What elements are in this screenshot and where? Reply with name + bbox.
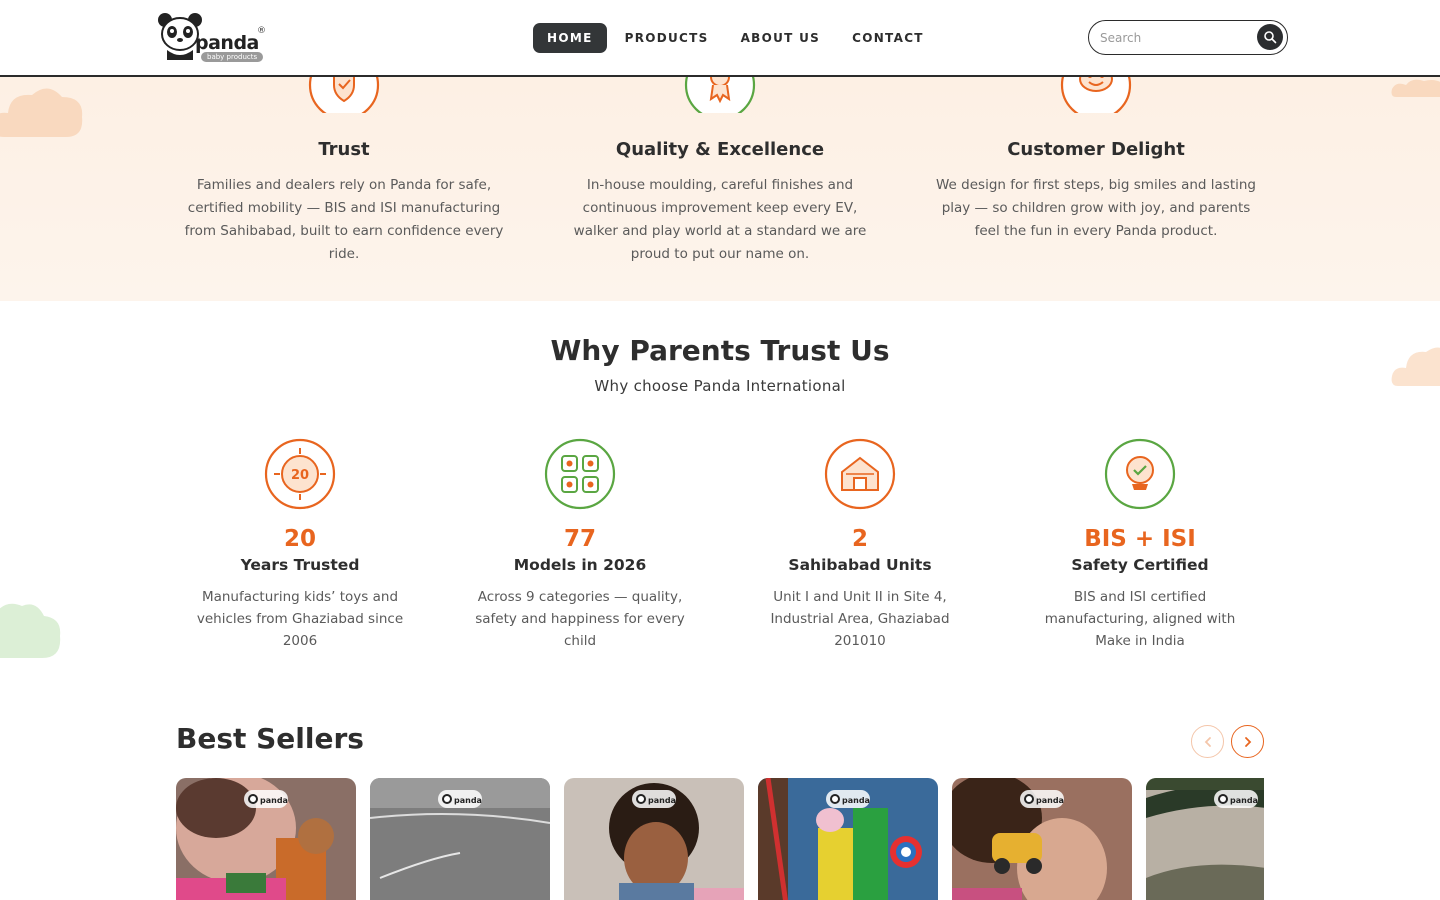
panda-badge: panda — [1214, 790, 1258, 808]
section-title: Why Parents Trust Us — [550, 334, 890, 367]
chevron-right-icon — [1244, 736, 1251, 747]
best-sellers-title: Best Sellers — [176, 722, 364, 755]
stat-number: 2 — [851, 526, 868, 552]
carousel-prev-button[interactable] — [1191, 725, 1224, 758]
svg-text:panda: panda — [1230, 796, 1258, 805]
badge-number: 20 — [291, 468, 309, 483]
stat-certified: BIS + ISI Safety Certified BIS and ISI c… — [1020, 438, 1260, 652]
stat-label: Years Trusted — [240, 556, 360, 574]
stat-number: 77 — [563, 526, 596, 552]
panda-badge: panda — [1020, 790, 1064, 808]
panda-logo[interactable]: panda baby products ® — [157, 12, 267, 64]
search-input[interactable] — [1100, 28, 1250, 48]
anniversary-badge-icon: 20 — [264, 438, 336, 510]
value-title: Trust — [318, 139, 370, 160]
stat-description: BIS and ISI certified manufacturing, ali… — [1044, 589, 1236, 649]
value-description: We design for first steps, big smiles an… — [936, 177, 1256, 239]
stat-number: BIS + ISI — [1084, 526, 1196, 552]
site-header: panda baby products ® HOME PRODUCTS ABOU… — [0, 0, 1440, 77]
value-description: Families and dealers rely on Panda for s… — [184, 177, 504, 262]
panda-badge: panda — [632, 790, 676, 808]
svg-text:panda: panda — [1036, 796, 1064, 805]
search-button[interactable] — [1257, 24, 1283, 50]
svg-text:panda: panda — [648, 796, 676, 805]
value-description: In-house moulding, careful finishes and … — [573, 177, 867, 262]
values-section: Trust Families and dealers rely on Panda… — [0, 63, 1440, 301]
grid-categories-icon — [544, 438, 616, 510]
nav-home[interactable]: HOME — [533, 23, 607, 53]
main-nav: HOME PRODUCTS ABOUT US CONTACT — [533, 23, 942, 53]
value-title: Customer Delight — [1007, 139, 1185, 160]
value-title: Quality & Excellence — [615, 139, 825, 160]
nav-contact[interactable]: CONTACT — [838, 23, 938, 53]
certified-medal-icon — [1104, 438, 1176, 510]
best-sellers-carousel: panda panda panda panda panda panda — [176, 778, 1264, 900]
section-subtitle: Why choose Panda International — [594, 377, 846, 395]
stat-description: Across 9 categories — quality, safety an… — [475, 589, 685, 649]
logo-tagline: baby products — [201, 52, 264, 62]
stat-label: Sahibabad Units — [788, 556, 932, 574]
svg-text:panda: panda — [454, 796, 482, 805]
panda-badge: panda — [438, 790, 482, 808]
svg-text:panda: panda — [260, 796, 288, 805]
nav-about-us[interactable]: ABOUT US — [727, 23, 835, 53]
product-card[interactable]: panda — [758, 778, 938, 900]
product-card[interactable]: panda — [176, 778, 356, 900]
factory-building-icon — [824, 438, 896, 510]
search-box — [1088, 20, 1288, 55]
stat-units: 2 Sahibabad Units Unit I and Unit II in … — [740, 438, 980, 652]
product-card[interactable]: panda — [370, 778, 550, 900]
stat-label: Models in 2026 — [513, 556, 647, 574]
panda-badge: panda — [244, 790, 288, 808]
product-card[interactable]: panda — [564, 778, 744, 900]
product-card[interactable]: panda — [952, 778, 1132, 900]
svg-text:panda: panda — [842, 796, 870, 805]
product-card[interactable]: panda — [1146, 778, 1264, 900]
carousel-next-button[interactable] — [1231, 725, 1264, 758]
nav-products[interactable]: PRODUCTS — [611, 23, 723, 53]
stat-description: Unit I and Unit II in Site 4, Industrial… — [770, 589, 950, 649]
search-icon — [1264, 31, 1277, 44]
stat-description: Manufacturing kids’ toys and vehicles fr… — [196, 589, 404, 649]
stat-years: 20 20 Years Trusted Manufacturing kids’ … — [180, 438, 420, 652]
cloud-decoration — [0, 88, 83, 137]
stat-number: 20 — [283, 526, 316, 552]
chevron-left-icon — [1204, 736, 1211, 747]
panda-badge: panda — [826, 790, 870, 808]
cloud-decoration — [0, 603, 61, 658]
registered-mark: ® — [257, 26, 266, 36]
stat-models: 77 Models in 2026 Across 9 categories — … — [460, 438, 700, 652]
cloud-decoration — [1391, 79, 1440, 97]
logo-wordmark: panda — [195, 32, 259, 54]
stat-label: Safety Certified — [1071, 556, 1209, 574]
